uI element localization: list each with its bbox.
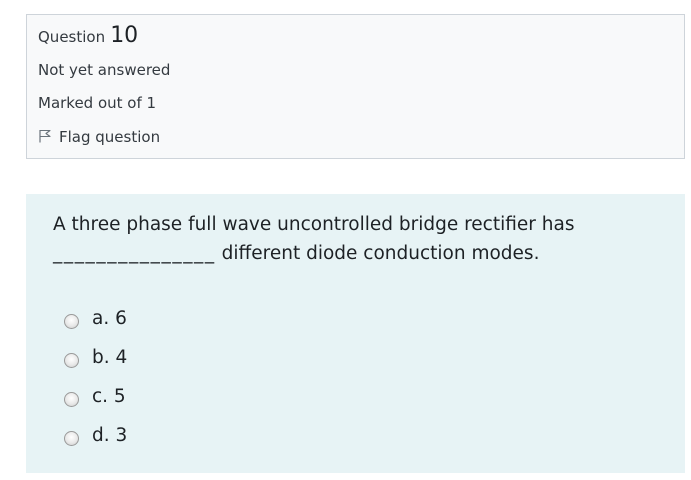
- question-text-line1: A three phase full wave uncontrolled bri…: [53, 214, 575, 235]
- answer-label-b[interactable]: b. 4: [92, 347, 127, 368]
- question-content: A three phase full wave uncontrolled bri…: [26, 194, 685, 473]
- question-state: Not yet answered: [38, 61, 171, 79]
- radio-button-d[interactable]: [64, 430, 79, 446]
- answer-label-c[interactable]: c. 5: [92, 386, 126, 407]
- question-label: Question: [38, 28, 106, 46]
- answer-options: a. 6 b. 4 c. 5 d. 3: [64, 299, 127, 455]
- question-info-panel: Question 10 Not yet answered Marked out …: [26, 14, 685, 159]
- question-number-heading: Question 10: [38, 23, 138, 48]
- question-number: 10: [110, 23, 139, 48]
- answer-option-b[interactable]: b. 4: [64, 338, 127, 377]
- flag-outline-icon: [38, 126, 59, 147]
- radio-button-b[interactable]: [64, 352, 79, 368]
- answer-option-d[interactable]: d. 3: [64, 416, 127, 455]
- answer-label-d[interactable]: d. 3: [92, 425, 127, 446]
- radio-button-c[interactable]: [64, 391, 79, 407]
- radio-button-a[interactable]: [64, 313, 79, 329]
- question-text: A three phase full wave uncontrolled bri…: [53, 210, 653, 268]
- answer-option-a[interactable]: a. 6: [64, 299, 127, 338]
- question-grade: Marked out of 1: [38, 94, 157, 112]
- question-text-line2: different diode conduction modes.: [215, 243, 540, 264]
- flag-question-label: Flag question: [59, 127, 161, 146]
- question-blank: _______________: [53, 243, 216, 264]
- flag-question-link[interactable]: Flag question: [38, 126, 160, 147]
- answer-option-c[interactable]: c. 5: [64, 377, 127, 416]
- answer-label-a[interactable]: a. 6: [92, 308, 127, 329]
